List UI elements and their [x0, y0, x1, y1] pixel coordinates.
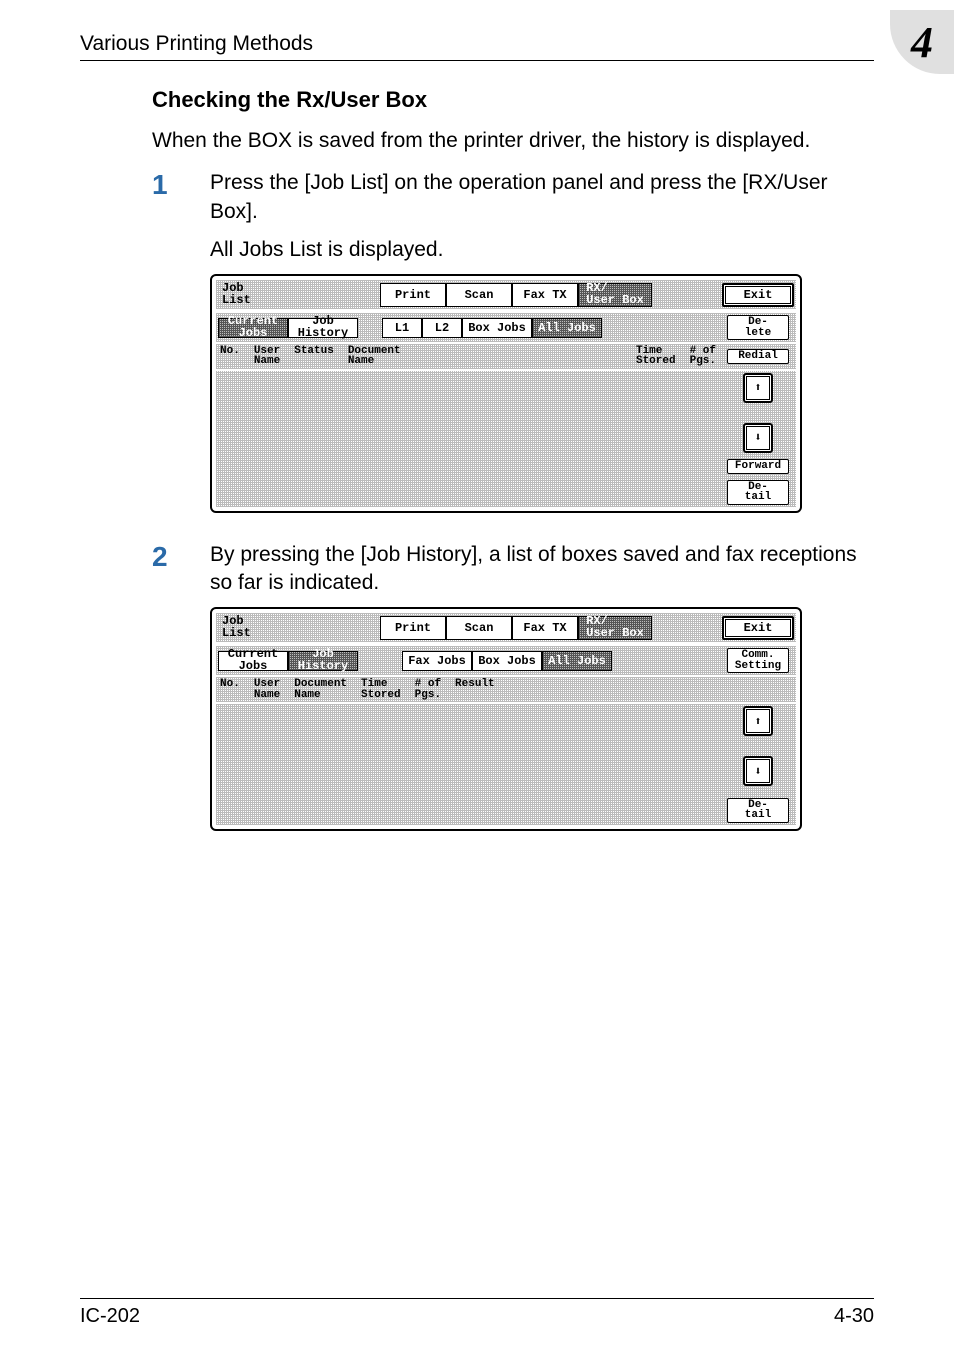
box-jobs-tab-2[interactable]: Box Jobs — [472, 651, 542, 671]
job-list-grid — [216, 371, 720, 507]
fax-jobs-tab[interactable]: Fax Jobs — [402, 651, 472, 671]
forward-button[interactable]: Forward — [727, 459, 789, 474]
delete-button[interactable]: De- lete — [727, 315, 789, 340]
job-list-title-2: Job List — [216, 613, 378, 642]
job-history-tab[interactable]: Job History — [288, 318, 358, 338]
l1-tab[interactable]: L1 — [382, 318, 422, 338]
exit-button[interactable]: Exit — [725, 286, 791, 304]
step1-text: Press the [Job List] on the operation pa… — [210, 169, 874, 226]
current-jobs-tab-2[interactable]: Current Jobs — [218, 651, 288, 671]
job-list-grid-2 — [216, 704, 720, 825]
scroll-down-button-2[interactable]: ⬇ — [746, 759, 770, 783]
col-no-2: No. — [220, 679, 240, 700]
all-jobs-tab[interactable]: All Jobs — [532, 318, 602, 338]
footer-model: IC-202 — [80, 1305, 140, 1328]
tab-rx-user-box[interactable]: RX/ User Box — [578, 283, 652, 307]
footer-page-number: 4-30 — [834, 1305, 874, 1328]
header-section-title: Various Printing Methods — [80, 32, 313, 56]
chapter-number: 4 — [911, 17, 933, 68]
current-jobs-tab[interactable]: Current Jobs — [218, 318, 288, 338]
tab-scan-2[interactable]: Scan — [446, 616, 512, 640]
all-jobs-tab-2[interactable]: All Jobs — [542, 651, 612, 671]
redial-button[interactable]: Redial — [727, 349, 789, 364]
job-list-title: Job List — [216, 280, 378, 309]
operation-panel-1: Job List Print Scan Fax TX RX/ User Box … — [210, 274, 802, 512]
scroll-up-button-2[interactable]: ⬆ — [746, 709, 770, 733]
operation-panel-2: Job List Print Scan Fax TX RX/ User Box … — [210, 607, 802, 830]
col-status: Status — [294, 346, 334, 367]
chapter-badge: 4 — [890, 10, 954, 74]
detail-button-2[interactable]: De- tail — [727, 798, 789, 823]
col-time: Time Stored — [636, 346, 676, 367]
comm-setting-button[interactable]: Comm. Setting — [727, 648, 789, 673]
col-document: Document Name — [348, 346, 401, 367]
col-no: No. — [220, 346, 240, 367]
tab-fax-tx[interactable]: Fax TX — [512, 283, 578, 307]
scroll-up-button[interactable]: ⬆ — [746, 376, 770, 400]
col-result: Result — [455, 679, 495, 700]
tab-print[interactable]: Print — [380, 283, 446, 307]
step-number-2: 2 — [152, 541, 210, 849]
col-user-2: User Name — [254, 679, 280, 700]
tab-scan[interactable]: Scan — [446, 283, 512, 307]
job-history-tab-2[interactable]: Job History — [288, 651, 358, 671]
l2-tab[interactable]: L2 — [422, 318, 462, 338]
step2-text: By pressing the [Job History], a list of… — [210, 541, 874, 598]
box-jobs-tab[interactable]: Box Jobs — [462, 318, 532, 338]
exit-button-2[interactable]: Exit — [725, 619, 791, 637]
col-pgs: # of Pgs. — [690, 346, 716, 367]
col-time-2: Time Stored — [361, 679, 401, 700]
section-title: Checking the Rx/User Box — [152, 87, 874, 113]
tab-fax-tx-2[interactable]: Fax TX — [512, 616, 578, 640]
col-document-2: Document Name — [294, 679, 347, 700]
tab-rx-user-box-2[interactable]: RX/ User Box — [578, 616, 652, 640]
intro-text: When the BOX is saved from the printer d… — [152, 127, 874, 155]
scroll-down-button[interactable]: ⬇ — [746, 426, 770, 450]
col-pgs-2: # of Pgs. — [415, 679, 441, 700]
step1-subtext: All Jobs List is displayed. — [210, 236, 874, 264]
detail-button[interactable]: De- tail — [727, 480, 789, 505]
tab-print-2[interactable]: Print — [380, 616, 446, 640]
col-user: User Name — [254, 346, 280, 367]
step-number-1: 1 — [152, 169, 210, 530]
